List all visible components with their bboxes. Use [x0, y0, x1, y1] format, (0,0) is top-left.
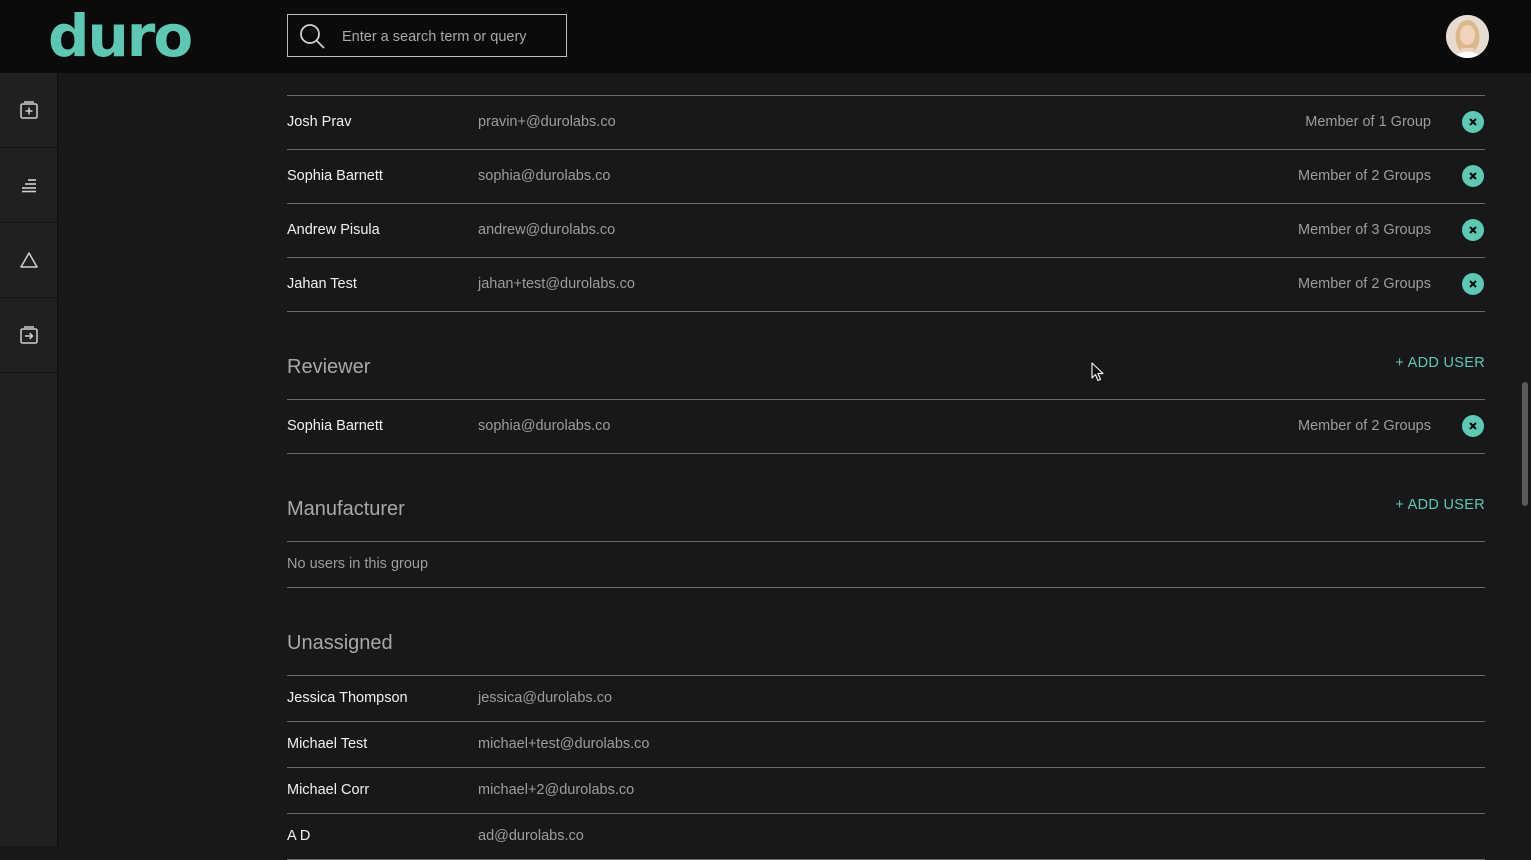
search-box[interactable]: [287, 14, 567, 58]
mouse-cursor-icon: [1091, 362, 1104, 382]
user-email: jessica@durolabs.co: [478, 690, 613, 706]
user-group-count: Member of 2 Groups: [1298, 418, 1431, 434]
user-row: Sophia Barnett sophia@durolabs.co Member…: [287, 400, 1485, 454]
user-name: Jessica Thompson: [287, 690, 408, 706]
group-title: Reviewer: [287, 356, 371, 378]
search-input[interactable]: [340, 15, 564, 58]
close-icon: [1469, 172, 1477, 180]
remove-user-button[interactable]: [1462, 273, 1484, 295]
user-name: Michael Corr: [287, 782, 370, 798]
user-name: Michael Test: [287, 736, 368, 752]
remove-user-button[interactable]: [1462, 415, 1484, 437]
duro-logo[interactable]: duro: [48, 6, 193, 66]
user-name: A D: [287, 828, 311, 844]
user-row: Jessica Thompson jessica@durolabs.co: [287, 676, 1485, 722]
user-name: Andrew Pisula: [287, 222, 380, 238]
remove-user-button[interactable]: [1462, 219, 1484, 241]
user-row: Sophia Barnett sophia@durolabs.co Member…: [287, 150, 1485, 204]
user-group-count: Member of 2 Groups: [1298, 276, 1431, 292]
user-group-count: Member of 2 Groups: [1298, 168, 1431, 184]
empty-group-message: No users in this group: [287, 542, 1485, 588]
sidebar: [0, 73, 58, 846]
list-icon: [21, 179, 36, 193]
close-icon: [1469, 226, 1477, 234]
sidebar-item-changes[interactable]: [0, 223, 57, 298]
reviewer-group-header: Reviewer + ADD USER: [287, 312, 1485, 400]
scrollbar-thumb[interactable]: [1522, 382, 1528, 506]
close-icon: [1469, 280, 1477, 288]
user-email: pravin+@durolabs.co: [478, 114, 616, 130]
user-row: A D ad@durolabs.co: [287, 814, 1485, 860]
user-row: Michael Test michael+test@durolabs.co: [287, 722, 1485, 768]
user-email: jahan+test@durolabs.co: [478, 276, 636, 292]
sidebar-item-import[interactable]: [0, 298, 57, 373]
group-title: Manufacturer: [287, 498, 405, 520]
search-icon: [300, 24, 325, 49]
user-email: michael+2@durolabs.co: [478, 782, 635, 798]
user-email: michael+test@durolabs.co: [478, 736, 650, 752]
close-icon: [1469, 422, 1477, 430]
sidebar-item-create[interactable]: [0, 73, 57, 148]
user-email: ad@durolabs.co: [478, 828, 584, 844]
close-icon: [1469, 118, 1477, 126]
user-name: Jahan Test: [287, 276, 357, 292]
warning-icon: [19, 252, 38, 268]
user-row: Andrew Pisula andrew@durolabs.co Member …: [287, 204, 1485, 258]
sidebar-item-list[interactable]: [0, 148, 57, 223]
group-title: Unassigned: [287, 632, 393, 654]
user-email: sophia@durolabs.co: [478, 418, 611, 434]
user-name: Sophia Barnett: [287, 418, 383, 434]
import-icon: [19, 326, 38, 344]
user-row: Josh Prav pravin+@durolabs.co Member of …: [287, 96, 1485, 150]
unassigned-group-header: Unassigned: [287, 588, 1485, 676]
user-name: Josh Prav: [287, 114, 352, 130]
library-add-icon: [19, 101, 38, 119]
top-bar: duro: [0, 0, 1531, 73]
add-user-button[interactable]: + ADD USER: [1395, 355, 1485, 371]
remove-user-button[interactable]: [1462, 165, 1484, 187]
manufacturer-group-header: Manufacturer + ADD USER: [287, 454, 1485, 542]
user-group-count: Member of 3 Groups: [1298, 222, 1431, 238]
user-row: Michael Corr michael+2@durolabs.co: [287, 768, 1485, 814]
user-email: andrew@durolabs.co: [478, 222, 616, 238]
user-group-count: Member of 1 Group: [1305, 114, 1431, 130]
user-email: sophia@durolabs.co: [478, 168, 611, 184]
add-user-button[interactable]: + ADD USER: [1395, 497, 1485, 513]
user-avatar[interactable]: [1446, 15, 1489, 58]
groups-panel: Josh Prav pravin+@durolabs.co Member of …: [287, 40, 1485, 860]
user-name: Sophia Barnett: [287, 168, 383, 184]
remove-user-button[interactable]: [1462, 111, 1484, 133]
user-row: Jahan Test jahan+test@durolabs.co Member…: [287, 258, 1485, 312]
